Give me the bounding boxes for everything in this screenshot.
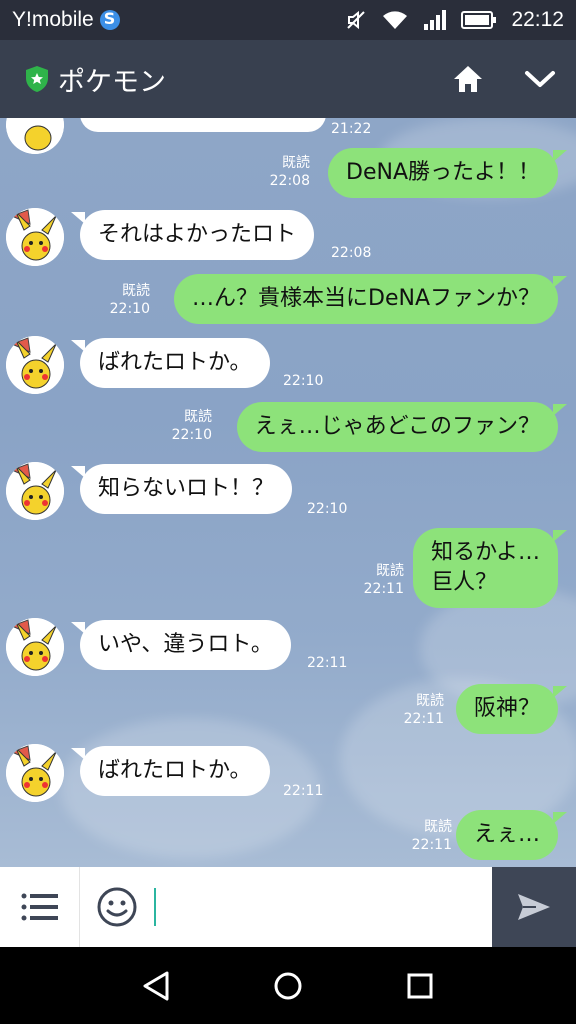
status-bar: Y!mobile 22:12 — [0, 0, 576, 40]
text-cursor — [154, 888, 156, 926]
status-icons: 22:12 — [345, 8, 564, 32]
list-icon — [21, 893, 58, 921]
message-time: 22:10 — [283, 373, 324, 389]
sync-icon — [99, 9, 120, 30]
message-bubble-outgoing[interactable]: えぇ…じゃあどこのファン？ — [236, 402, 568, 452]
message-meta: 既読 22:08 — [270, 154, 310, 190]
avatar[interactable] — [6, 618, 64, 676]
message-time: 22:10 — [109, 301, 150, 317]
message-bubble-incoming[interactable]: ばれたロトか。 — [71, 746, 270, 796]
send-icon — [518, 894, 550, 920]
message-time: 22:08 — [269, 173, 310, 189]
avatar[interactable] — [6, 208, 64, 266]
emoji-button[interactable] — [80, 867, 154, 947]
message-bubble-incoming[interactable] — [80, 118, 326, 132]
message-bubble-outgoing[interactable]: DeNA勝ったよ！！ — [328, 148, 567, 198]
read-receipt: 既読 — [376, 563, 404, 579]
message-time: 22:10 — [171, 427, 212, 443]
message-bubble-outgoing[interactable]: …ん？貴様本当にDeNAファンか？ — [174, 274, 567, 324]
chat-header: ポケモン — [0, 40, 576, 118]
system-nav-bar — [0, 947, 576, 1024]
message-bubble-incoming[interactable]: 知らないロト！？ — [70, 464, 293, 514]
message-bubble-incoming[interactable]: いや、違うロト。 — [71, 620, 291, 670]
message-meta: 既読 22:10 — [172, 408, 212, 444]
message-bubble-incoming[interactable]: ばれたロトか。 — [71, 338, 270, 388]
message-time: 22:08 — [331, 245, 372, 261]
message-meta: 既読 22:11 — [364, 562, 404, 598]
home-icon[interactable] — [452, 64, 484, 94]
wifi-icon — [383, 11, 408, 29]
smiley-icon — [97, 887, 137, 927]
read-receipt: 既読 — [184, 409, 212, 425]
message-bubble-outgoing[interactable]: 知るかよ… 巨人？ — [413, 528, 567, 608]
rotom-pikachu-avatar-icon — [6, 208, 64, 266]
mute-icon — [347, 10, 366, 30]
message-time: 22:11 — [307, 655, 348, 671]
message-input[interactable] — [154, 867, 492, 947]
send-button[interactable] — [492, 867, 576, 947]
rotom-pikachu-avatar-icon — [6, 462, 64, 520]
clock: 22:12 — [511, 8, 564, 31]
chat-title: ポケモン — [58, 66, 166, 98]
read-receipt: 既読 — [122, 283, 150, 299]
message-time: 22:11 — [411, 837, 452, 853]
chevron-down-icon[interactable] — [524, 68, 556, 90]
message-text-line: 知るかよ… — [431, 540, 540, 565]
message-time: 22:11 — [363, 581, 404, 597]
chat-message-list[interactable]: 21:22 既読 22:08 DeNA勝ったよ！！ それはよかったロト 22:0… — [0, 118, 576, 867]
avatar[interactable] — [6, 118, 64, 154]
message-meta: 既読 22:11 — [412, 818, 452, 854]
message-time: 22:11 — [283, 783, 324, 799]
rotom-pikachu-avatar-icon — [6, 618, 64, 676]
message-time: 22:11 — [403, 711, 444, 727]
message-meta: 既読 22:11 — [404, 692, 444, 728]
message-time: 21:22 — [331, 121, 372, 137]
message-bubble-outgoing[interactable]: えぇ… — [455, 810, 568, 860]
home-circle-icon[interactable] — [272, 970, 304, 1002]
menu-button[interactable] — [0, 867, 80, 947]
rotom-pikachu-avatar-icon — [6, 744, 64, 802]
recents-icon[interactable] — [405, 971, 435, 1001]
message-bubble-outgoing[interactable]: 阪神？ — [455, 684, 568, 734]
message-meta: 既読 22:10 — [110, 282, 150, 318]
official-account-shield-icon — [26, 66, 48, 92]
back-icon[interactable] — [141, 970, 171, 1002]
signal-icon — [424, 10, 447, 30]
message-text-line: 巨人？ — [431, 570, 498, 595]
message-input-bar — [0, 867, 576, 947]
rotom-pikachu-avatar-icon — [6, 336, 64, 394]
carrier-name: Y!mobile — [12, 8, 94, 31]
message-time: 22:10 — [307, 501, 348, 517]
rotom-pikachu-avatar-icon — [6, 118, 64, 154]
avatar[interactable] — [6, 336, 64, 394]
message-bubble-incoming[interactable]: それはよかったロト — [70, 210, 315, 260]
read-receipt: 既読 — [424, 819, 452, 835]
read-receipt: 既読 — [282, 155, 310, 171]
avatar[interactable] — [6, 744, 64, 802]
avatar[interactable] — [6, 462, 64, 520]
battery-icon — [461, 11, 497, 29]
read-receipt: 既読 — [416, 693, 444, 709]
